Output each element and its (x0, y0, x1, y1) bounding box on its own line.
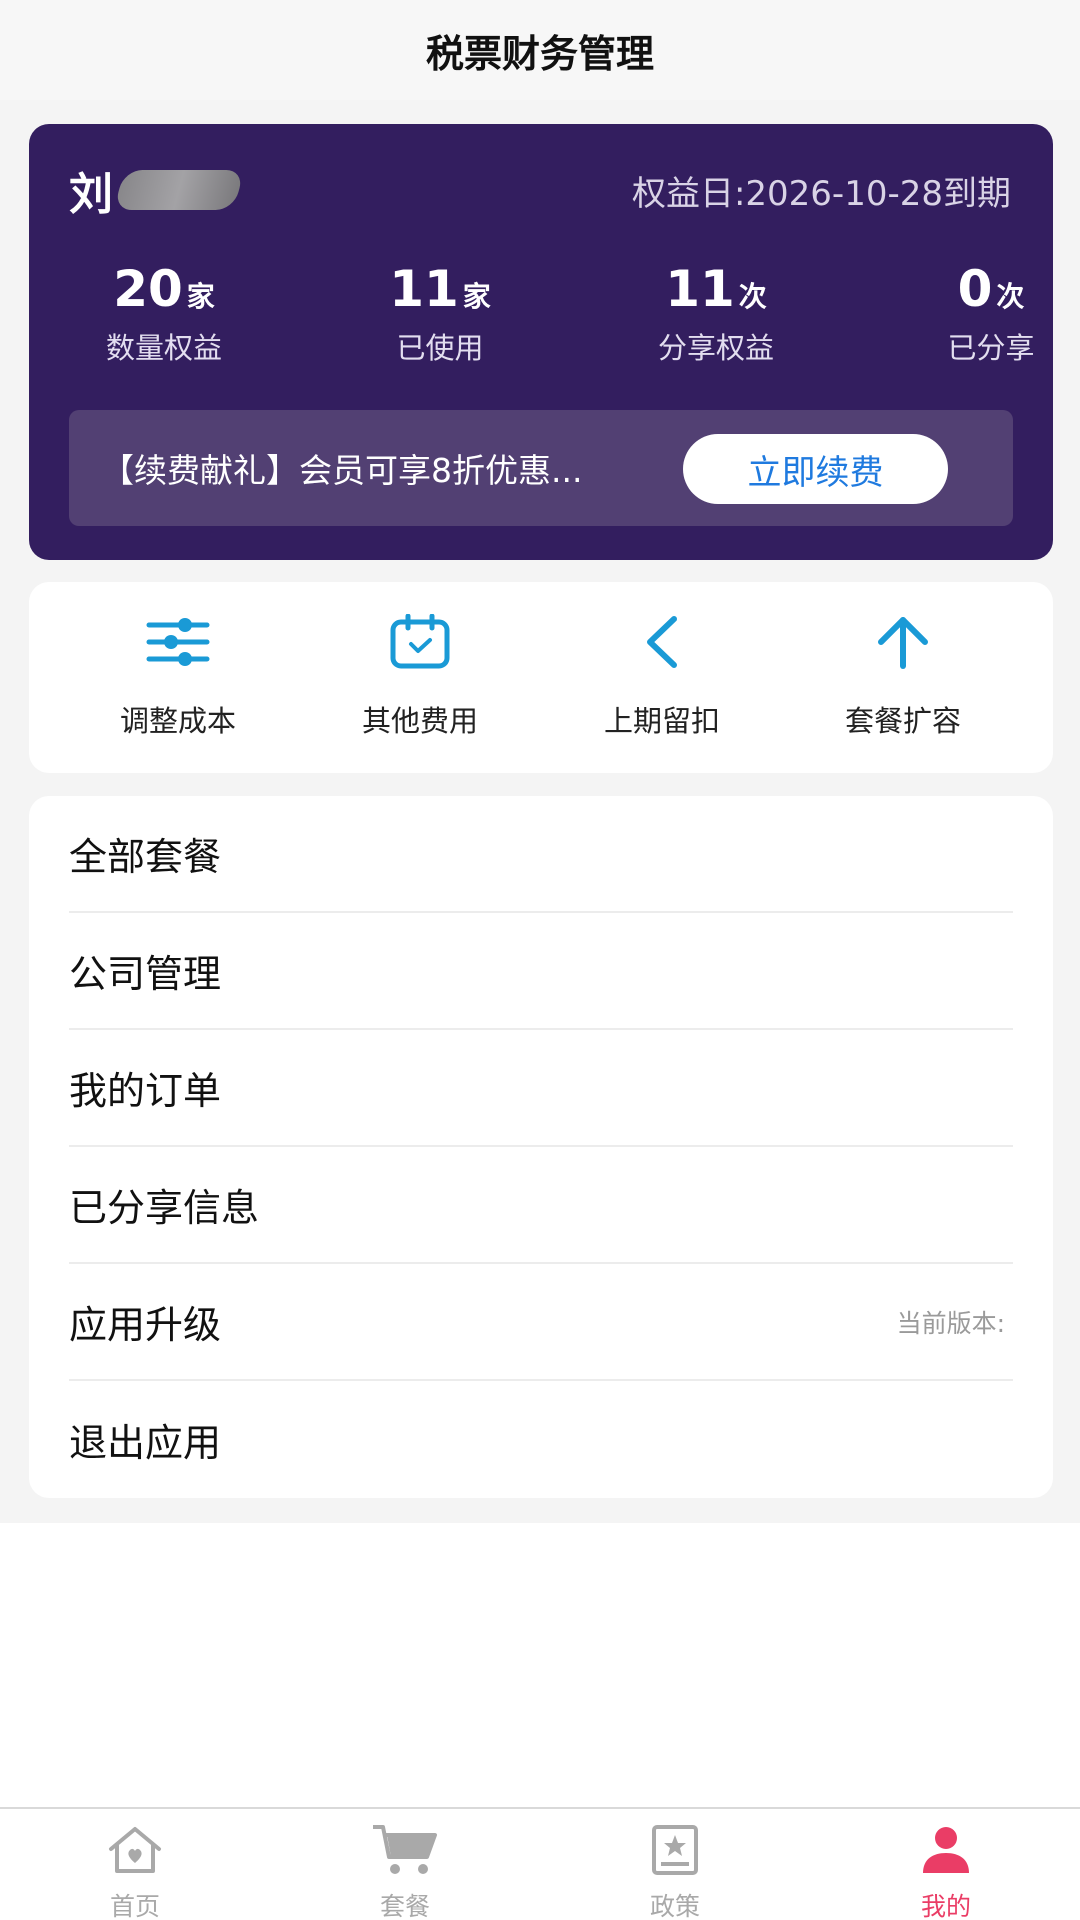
menu-item-app-upgrade[interactable]: 应用升级 当前版本: (69, 1264, 1013, 1381)
settings-menu: 全部套餐 公司管理 我的订单 已分享信息 应用升级 当前版本: 退出应用 (29, 796, 1053, 1498)
stat-value: 11 (389, 260, 459, 318)
page: 税票财务管理 刘 权益日:2026-10-28到期 20 家 数量权益 11 家 已… (0, 0, 1080, 1920)
tab-home[interactable]: 首页 (65, 1821, 205, 1920)
quick-action-label: 套餐扩容 (844, 704, 961, 738)
quick-action-other-fees[interactable]: 其他费用 (320, 612, 520, 740)
menu-item-all-packages[interactable]: 全部套餐 (69, 796, 1013, 913)
stat-used: 11 家 已使用 (340, 259, 540, 367)
member-card: 刘 权益日:2026-10-28到期 20 家 数量权益 11 家 已使用 11 次 … (29, 124, 1053, 560)
stat-unit: 次 (996, 280, 1025, 313)
quick-action-package-expand[interactable]: 套餐扩容 (803, 612, 1003, 740)
current-version-label: 当前版本: (896, 1308, 1005, 1338)
benefit-expiry: 权益日:2026-10-28到期 (631, 174, 1011, 214)
menu-item-company-management[interactable]: 公司管理 (69, 913, 1013, 1030)
renew-now-button[interactable]: 立即续费 (683, 434, 948, 504)
chevron-left-icon (562, 612, 762, 672)
stats-row: 20 家 数量权益 11 家 已使用 11 次 分享权益 0次 已分享 (29, 259, 1053, 369)
stat-value: 11 (665, 260, 735, 318)
calendar-check-icon (320, 612, 520, 672)
stat-label: 数量权益 (105, 331, 222, 365)
redacted-name-mask (113, 170, 245, 210)
member-name: 刘 (69, 160, 245, 220)
tab-label: 套餐 (379, 1892, 430, 1920)
stat-unit: 家 (186, 280, 215, 313)
menu-item-shared-info[interactable]: 已分享信息 (69, 1147, 1013, 1264)
user-icon (876, 1821, 1016, 1879)
stat-quota: 20 家 数量权益 (64, 259, 264, 367)
member-name-text: 刘 (69, 169, 113, 220)
page-title: 税票财务管理 (425, 31, 654, 76)
tab-label: 政策 (649, 1892, 700, 1920)
quick-action-label: 上期留扣 (603, 704, 720, 738)
stat-shared: 0次 已分享 (891, 259, 1080, 367)
menu-item-my-orders[interactable]: 我的订单 (69, 1030, 1013, 1147)
home-heart-icon (65, 1821, 205, 1879)
menu-item-label: 退出应用 (69, 1421, 222, 1465)
stat-unit: 次 (738, 280, 767, 313)
stat-label: 已使用 (396, 331, 484, 365)
menu-item-label: 已分享信息 (69, 1186, 260, 1230)
tab-label: 首页 (109, 1892, 160, 1920)
arrow-up-icon (803, 612, 1003, 672)
quick-action-label: 调整成本 (119, 704, 236, 738)
stat-unit: 家 (462, 280, 491, 313)
stat-value: 0 (957, 260, 993, 318)
menu-item-label: 公司管理 (69, 952, 222, 996)
promo-text: 【续费献礼】会员可享8折优惠... (101, 451, 583, 490)
sliders-icon (78, 612, 278, 672)
policy-book-icon (605, 1821, 745, 1879)
stat-value: 20 (113, 260, 183, 318)
menu-item-label: 我的订单 (69, 1069, 222, 1113)
quick-action-adjust-cost[interactable]: 调整成本 (78, 612, 278, 740)
bottom-tab-bar: 首页 套餐 政策 我的 (0, 1807, 1080, 1920)
tab-packages[interactable]: 套餐 (335, 1821, 475, 1920)
menu-item-label: 全部套餐 (69, 835, 222, 879)
cart-icon (335, 1821, 475, 1879)
quick-actions: 调整成本 其他费用 上期留扣 套餐扩容 (29, 582, 1053, 773)
quick-action-label: 其他费用 (361, 704, 478, 738)
menu-item-label: 应用升级 (69, 1303, 222, 1347)
quick-action-previous-deduction[interactable]: 上期留扣 (562, 612, 762, 740)
renewal-promo-banner: 【续费献礼】会员可享8折优惠... 立即续费 (69, 410, 1013, 526)
tab-label: 我的 (920, 1892, 971, 1920)
tab-mine[interactable]: 我的 (876, 1821, 1016, 1920)
stat-label: 已分享 (947, 331, 1035, 365)
menu-item-exit-app[interactable]: 退出应用 (69, 1381, 1013, 1498)
tab-policy[interactable]: 政策 (605, 1821, 745, 1920)
stat-share-quota: 11 次 分享权益 (616, 259, 816, 367)
nav-header: 税票财务管理 (0, 0, 1080, 100)
stat-label: 分享权益 (657, 331, 774, 365)
